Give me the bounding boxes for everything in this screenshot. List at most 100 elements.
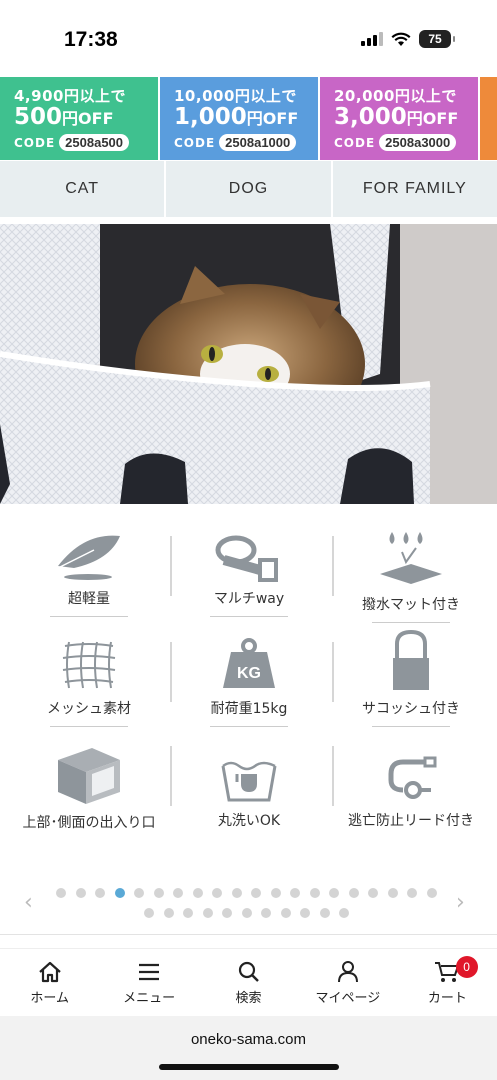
divider [170, 536, 172, 596]
nav-my-page[interactable]: マイページ [298, 949, 397, 1016]
carousel-dot[interactable] [163, 908, 174, 918]
carousel-dot[interactable] [183, 908, 193, 918]
nav-label: マイページ [315, 991, 381, 1006]
feature-label: 丸洗いOK [217, 813, 281, 829]
carousel-dot[interactable] [95, 888, 105, 898]
carousel-dot[interactable] [114, 888, 125, 898]
coupon-amount: 3,000円OFF [334, 104, 459, 130]
browser-url-bar[interactable]: oneko-sama.com [0, 1016, 497, 1080]
carousel-dot[interactable] [368, 888, 378, 898]
divider [332, 746, 334, 806]
belt-icon [215, 535, 278, 582]
carousel-dot[interactable] [319, 908, 330, 918]
coupon-threshold: 4,900円以上で [14, 87, 126, 105]
category-tabs: CAT DOG FOR FAMILY [0, 161, 497, 217]
feature-label: サコッシュ付き [362, 701, 460, 717]
nav-search[interactable]: 検索 [199, 949, 298, 1016]
divider [332, 642, 334, 702]
carousel-dot[interactable] [144, 908, 154, 918]
carousel-dot[interactable] [75, 888, 86, 898]
carousel-dot[interactable] [407, 888, 417, 898]
carousel-dot[interactable] [56, 888, 66, 898]
carousel-dot[interactable] [426, 888, 437, 898]
status-bar: 17:38 75 [0, 0, 497, 76]
tab-cat[interactable]: CAT [0, 161, 167, 217]
feature-label: 逃亡防止リード付き [348, 813, 474, 829]
feature-label: メッシュ素材 [47, 701, 131, 717]
carousel-dot[interactable] [329, 888, 339, 898]
coupon-threshold: 10,000円以上で [174, 87, 297, 105]
carousel-dot[interactable] [212, 888, 222, 898]
carousel-dot[interactable] [348, 888, 359, 898]
carousel-dot[interactable] [222, 908, 232, 918]
carousel-dot[interactable] [309, 888, 320, 898]
feature-top-side-openings: 上部･側面の出入り口 [14, 744, 164, 832]
water-repellent-icon [380, 532, 442, 584]
carousel-dot[interactable] [261, 908, 271, 918]
carousel-dot[interactable] [202, 908, 213, 918]
box-icon [58, 748, 120, 804]
shoulder-bag-icon [393, 630, 429, 690]
carousel-next-arrow[interactable]: › [456, 890, 465, 915]
carousel-dot[interactable] [270, 888, 281, 898]
search-icon [238, 961, 259, 982]
carousel-dot[interactable] [231, 888, 242, 898]
carousel-dot[interactable] [280, 908, 291, 918]
wifi-icon [391, 32, 411, 46]
feature-carousel-pagination: ‹ › [0, 880, 497, 930]
tab-dog[interactable]: DOG [166, 161, 333, 217]
nav-cart[interactable]: カート 0 [398, 949, 497, 1016]
hero-image-cat-in-carrier[interactable] [0, 224, 497, 504]
coupon-card-1[interactable]: 4,900円以上で 500円OFF CODE 2508a500 [0, 77, 158, 160]
carousel-dot[interactable] [173, 888, 183, 898]
carousel-dot[interactable] [339, 908, 349, 918]
carousel-dot[interactable] [153, 888, 164, 898]
carousel-prev-arrow[interactable]: ‹ [24, 890, 33, 915]
coupon-code: 2508a1000 [219, 134, 297, 151]
battery-icon: 75 [419, 30, 455, 48]
washable-icon [221, 761, 277, 802]
url-text[interactable]: oneko-sama.com [0, 1031, 497, 1048]
carousel-dot[interactable] [387, 888, 398, 898]
feature-label: 撥水マット付き [362, 597, 460, 613]
feature-washable: 丸洗いOK [174, 752, 324, 830]
coupon-amount: 1,000円OFF [174, 104, 299, 130]
carousel-dot[interactable] [251, 888, 261, 898]
coupon-code: 2508a3000 [379, 134, 457, 151]
cellular-signal-icon [361, 32, 383, 46]
feature-water-repellent: 撥水マット付き [336, 530, 486, 623]
nav-label: カート [427, 991, 467, 1006]
coupon-card-3[interactable]: 20,000円以上で 3,000円OFF CODE 2508a3000 [320, 77, 478, 160]
feature-sacoche: サコッシュ付き [336, 630, 486, 727]
feature-mesh: メッシュ素材 [14, 638, 164, 727]
divider [170, 642, 172, 702]
coupon-banner-strip[interactable]: 4,900円以上で 500円OFF CODE 2508a500 10,000円以… [0, 77, 497, 160]
nav-home[interactable]: ホーム [0, 949, 99, 1016]
carousel-dot[interactable] [290, 888, 300, 898]
feature-escape-prevention-leash: 逃亡防止リード付き [336, 752, 486, 830]
feature-lightweight: 超軽量 [14, 530, 164, 617]
nav-menu[interactable]: メニュー [99, 949, 198, 1016]
bottom-navigation: ホーム メニュー 検索 マイページ カート 0 [0, 948, 497, 1016]
coupon-card-4-partial[interactable] [480, 77, 497, 160]
feature-label: 超軽量 [68, 591, 110, 607]
feature-multi-way: マルチway [174, 530, 324, 617]
coupon-code-label: CODE [334, 135, 376, 150]
feature-load-capacity: KG 耐荷重15kg [174, 638, 324, 727]
carousel-dot[interactable] [300, 908, 310, 918]
divider [332, 536, 334, 596]
cart-count-badge: 0 [455, 956, 478, 978]
coupon-amount: 500円OFF [14, 104, 114, 130]
status-icons: 75 [361, 30, 455, 48]
tab-for-family[interactable]: FOR FAMILY [333, 161, 497, 217]
feature-label: 耐荷重15kg [210, 701, 288, 717]
carousel-dot[interactable] [134, 888, 144, 898]
feather-icon [57, 535, 120, 580]
coupon-threshold: 20,000円以上で [334, 87, 457, 105]
coupon-code: 2508a500 [59, 134, 130, 151]
carousel-dot[interactable] [241, 908, 252, 918]
coupon-card-2[interactable]: 10,000円以上で 1,000円OFF CODE 2508a1000 [160, 77, 318, 160]
home-icon [38, 961, 61, 983]
carousel-dot[interactable] [192, 888, 203, 898]
section-divider [0, 934, 497, 935]
